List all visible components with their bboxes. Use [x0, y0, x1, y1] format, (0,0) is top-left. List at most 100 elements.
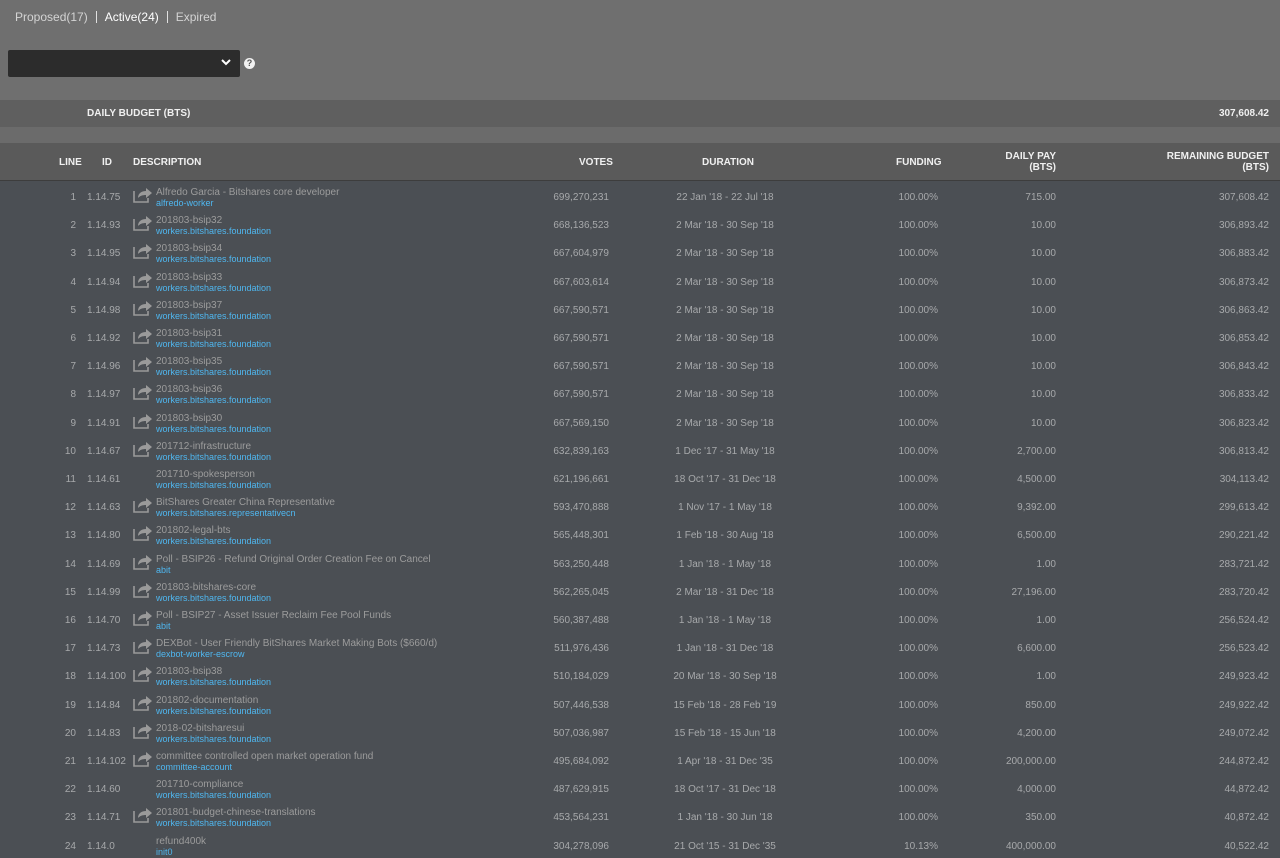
worker-account-link[interactable]: workers.bitshares.foundation: [156, 480, 271, 491]
worker-account-link[interactable]: abit: [156, 565, 431, 576]
row-daily-pay: 10.00: [1030, 276, 1056, 288]
row-id: 1.14.75: [87, 192, 121, 203]
filter-select[interactable]: [8, 50, 240, 77]
col-duration[interactable]: DURATION: [702, 157, 754, 168]
share-icon[interactable]: [133, 214, 153, 232]
worker-tabs: Proposed(17) Active(24) Expired: [15, 10, 216, 24]
table-row: 15 1.14.99 201803-bitshares-core workers.bi…: [0, 577, 1280, 605]
table-row: 5 1.14.98 201803-bsip37 workers.bitshares.f…: [0, 295, 1280, 323]
share-icon[interactable]: [133, 327, 153, 345]
worker-account-link[interactable]: abit: [156, 621, 391, 632]
share-icon[interactable]: [133, 609, 153, 627]
worker-account-link[interactable]: workers.bitshares.foundation: [156, 536, 271, 547]
row-id: 1.14.96: [87, 361, 121, 373]
share-icon[interactable]: [133, 186, 153, 204]
share-icon[interactable]: [133, 271, 153, 289]
col-votes[interactable]: VOTES: [579, 157, 613, 168]
worker-account-link[interactable]: workers.bitshares.foundation: [156, 395, 271, 406]
share-icon[interactable]: [133, 581, 153, 599]
share-icon[interactable]: [133, 355, 153, 373]
row-description: DEXBot - User Friendly BitShares Market …: [156, 638, 437, 660]
worker-name: 201803-bsip30: [156, 412, 223, 424]
row-votes: 510,184,029: [553, 671, 609, 683]
share-icon[interactable]: [133, 750, 153, 768]
worker-account-link[interactable]: workers.bitshares.representativecn: [156, 508, 335, 519]
col-funding[interactable]: FUNDING: [896, 157, 942, 168]
worker-account-link[interactable]: workers.bitshares.foundation: [156, 706, 271, 717]
worker-account-link[interactable]: workers.bitshares.foundation: [156, 677, 271, 688]
col-daily-pay-unit: (BTS): [1029, 162, 1056, 173]
row-line: 15: [64, 586, 76, 598]
col-description[interactable]: DESCRIPTION: [133, 157, 201, 168]
row-votes: 511,976,436: [554, 643, 609, 655]
table-row: 4 1.14.94 201803-bsip33 workers.bitshares.f…: [0, 267, 1280, 295]
share-icon[interactable]: [133, 694, 153, 712]
worker-account-link[interactable]: workers.bitshares.foundation: [156, 283, 271, 294]
row-duration: 21 Oct '15 - 31 Dec '35: [674, 840, 776, 852]
chevron-down-icon: [221, 59, 231, 66]
worker-account-link[interactable]: workers.bitshares.foundation: [156, 367, 271, 378]
worker-account-link[interactable]: dexbot-worker-escrow: [156, 649, 437, 660]
share-icon[interactable]: [133, 299, 153, 317]
row-line: 4: [70, 276, 76, 288]
col-id[interactable]: ID: [102, 157, 112, 168]
worker-account-link[interactable]: workers.bitshares.foundation: [156, 734, 271, 745]
share-icon[interactable]: [133, 242, 153, 260]
row-description: 201710-spokesperson workers.bitshares.fou…: [156, 469, 271, 491]
share-icon[interactable]: [133, 383, 153, 401]
share-icon[interactable]: [133, 637, 153, 655]
tab-active[interactable]: Active(24): [105, 10, 159, 24]
share-icon[interactable]: [133, 440, 153, 458]
help-icon[interactable]: ?: [244, 58, 255, 69]
row-daily-pay: 4,200.00: [1017, 727, 1056, 739]
daily-budget-label: DAILY BUDGET (BTS): [87, 108, 191, 119]
worker-account-link[interactable]: workers.bitshares.foundation: [156, 790, 271, 801]
share-icon[interactable]: [133, 524, 153, 542]
worker-account-link[interactable]: workers.bitshares.foundation: [156, 311, 271, 322]
col-daily-pay[interactable]: DAILY PAY (BTS): [1005, 151, 1056, 173]
share-icon[interactable]: [133, 806, 153, 824]
row-duration: 2 Mar '18 - 30 Sep '18: [676, 389, 774, 401]
worker-account-link[interactable]: workers.bitshares.foundation: [156, 226, 271, 237]
tab-expired[interactable]: Expired: [176, 10, 217, 24]
worker-account-link[interactable]: init0: [156, 847, 206, 858]
worker-account-link[interactable]: workers.bitshares.foundation: [156, 818, 316, 829]
col-line[interactable]: LINE: [59, 157, 82, 168]
row-remaining-budget: 290,221.42: [1218, 530, 1269, 542]
row-duration: 18 Oct '17 - 31 Dec '18: [674, 784, 776, 796]
row-id: 1.14.93: [87, 220, 121, 232]
worker-name: 201803-bsip33: [156, 271, 223, 283]
share-icon[interactable]: [133, 553, 153, 571]
share-icon[interactable]: [133, 722, 153, 740]
row-funding: 100.00%: [898, 192, 938, 203]
worker-account-link[interactable]: workers.bitshares.foundation: [156, 254, 271, 265]
row-funding: 100.00%: [898, 445, 938, 457]
tab-divider: [166, 11, 168, 23]
worker-name: 201712-infrastructure: [156, 440, 252, 452]
tab-proposed[interactable]: Proposed(17): [15, 10, 88, 24]
worker-account-link[interactable]: workers.bitshares.foundation: [156, 452, 271, 463]
row-description: 201802-legal-bts workers.bitshares.founda…: [156, 525, 271, 547]
row-remaining-budget: 306,893.42: [1218, 220, 1269, 232]
worker-account-link[interactable]: committee-account: [156, 762, 373, 773]
row-line: 24: [64, 840, 76, 852]
worker-account-link[interactable]: alfredo-worker: [156, 198, 339, 209]
row-daily-pay: 6,500.00: [1017, 530, 1056, 542]
share-icon[interactable]: [133, 665, 153, 683]
worker-account-link[interactable]: workers.bitshares.foundation: [156, 424, 271, 435]
row-id: 1.14.83: [87, 727, 121, 739]
table-row: 22 1.14.60 201710-compliance workers.bitsha…: [0, 774, 1280, 802]
worker-account-link[interactable]: workers.bitshares.foundation: [156, 339, 271, 350]
daily-budget-value: 307,608.42: [1218, 108, 1269, 119]
share-icon[interactable]: [133, 412, 153, 430]
worker-account-link[interactable]: workers.bitshares.foundation: [156, 593, 271, 604]
row-remaining-budget: 306,813.42: [1218, 445, 1269, 457]
share-icon[interactable]: [133, 496, 153, 514]
col-remaining-budget[interactable]: REMAINING BUDGET (BTS): [1167, 151, 1269, 173]
row-funding: 100.00%: [898, 474, 938, 485]
row-line: 5: [70, 304, 76, 316]
row-funding: 100.00%: [898, 586, 938, 598]
row-description: Poll - BSIP27 - Asset Issuer Reclaim Fee…: [156, 610, 391, 632]
worker-name: 201803-bsip31: [156, 328, 223, 339]
row-id: 1.14.102: [87, 756, 126, 767]
